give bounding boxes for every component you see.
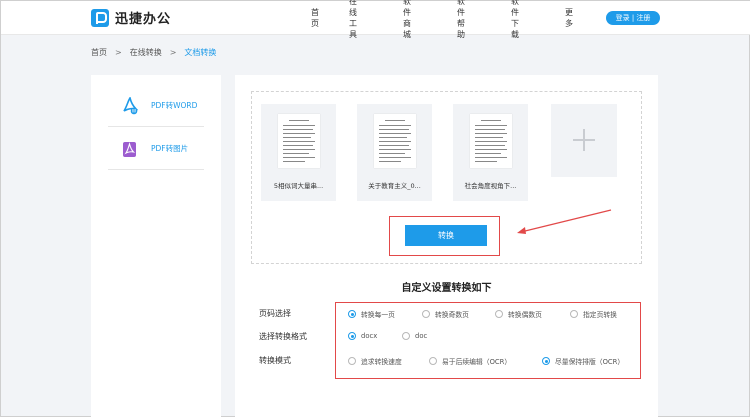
radio-format-docx[interactable]: docx (348, 332, 377, 340)
document-thumbnail (470, 114, 512, 168)
nav-more[interactable]: 更多 (565, 7, 573, 29)
page-select-label: 页码选择 (259, 309, 291, 318)
breadcrumb-home[interactable]: 首页 (91, 47, 107, 58)
nav-online-tools[interactable]: 在线工具 (349, 0, 357, 40)
format-select-label: 选择转换格式 (259, 332, 307, 341)
breadcrumb: 首页 > 在线转换 > 文档转换 (91, 47, 216, 58)
radio-label: doc (415, 332, 428, 340)
nav-home[interactable]: 首页 (311, 7, 319, 29)
file-card[interactable]: 社会角度视角下... (453, 104, 528, 201)
document-thumbnail (278, 114, 320, 168)
document-thumbnail (374, 114, 416, 168)
breadcrumb-online-convert[interactable]: 在线转换 (130, 47, 162, 58)
settings-title: 自定义设置转换如下 (401, 283, 492, 294)
radio-label: 追求转换速度 (361, 358, 402, 366)
radio-label: docx (361, 332, 378, 340)
radio-page-even[interactable]: 转换偶数页 (495, 309, 542, 319)
radio-page-every[interactable]: 转换每一页 (348, 309, 395, 319)
main-panel: 5相似词大量串... 关于教育主义_0... 社会角度视角下... 转换 自定义… (235, 75, 658, 417)
logo-icon (91, 8, 109, 27)
file-name: 关于教育主义_0... (368, 182, 421, 190)
radio-unchecked-icon (495, 310, 503, 318)
svg-text:W: W (132, 108, 137, 114)
annotation-arrow-icon (517, 209, 612, 234)
file-card[interactable]: 关于教育主义_0... (357, 104, 432, 201)
radio-unchecked-icon (402, 332, 410, 340)
file-card[interactable]: 5相似词大量串... (261, 104, 336, 201)
convert-button[interactable]: 转换 (405, 225, 487, 246)
radio-checked-icon (348, 310, 356, 318)
radio-format-doc[interactable]: doc (402, 332, 427, 340)
sidebar-item-pdf-to-image[interactable]: PDF转图片 (108, 128, 204, 170)
pdf-to-image-icon (122, 140, 138, 158)
radio-label: 尽量保持排版（OCR） (555, 358, 625, 366)
radio-label: 转换每一页 (361, 311, 395, 319)
logo[interactable]: 迅捷办公 (91, 8, 171, 27)
sidebar-item-pdf-to-word[interactable]: W PDF转WORD (108, 85, 204, 127)
add-file-button[interactable] (551, 104, 617, 177)
sidebar-item-label: PDF转图片 (151, 144, 189, 153)
login-register-button[interactable]: 登录 | 注册 (606, 11, 660, 25)
file-name: 社会角度视角下... (464, 182, 517, 190)
radio-label: 转换奇数页 (435, 311, 469, 319)
pdf-to-word-icon: W (122, 96, 138, 115)
radio-unchecked-icon (570, 310, 578, 318)
radio-page-specific[interactable]: 指定页转换 (570, 309, 617, 319)
nav-software-download[interactable]: 软件下载 (511, 0, 519, 40)
radio-mode-layout[interactable]: 尽量保持排版（OCR） (542, 356, 624, 366)
logo-text: 迅捷办公 (115, 12, 172, 27)
breadcrumb-separator: > (169, 48, 177, 57)
radio-page-odd[interactable]: 转换奇数页 (422, 309, 469, 319)
radio-unchecked-icon (422, 310, 430, 318)
radio-unchecked-icon (429, 357, 437, 365)
radio-checked-icon (348, 332, 356, 340)
radio-unchecked-icon (348, 357, 356, 365)
nav-software-store[interactable]: 软件商城 (403, 0, 411, 40)
nav-software-help[interactable]: 软件帮助 (457, 0, 465, 40)
file-name: 5相似词大量串... (273, 182, 324, 190)
radio-label: 易于后续编辑（OCR） (442, 358, 512, 366)
sidebar: W PDF转WORD PDF转图片 (91, 75, 221, 417)
radio-label: 转换偶数页 (508, 311, 542, 319)
sidebar-item-label: PDF转WORD (151, 101, 198, 110)
radio-label: 指定页转换 (583, 311, 617, 319)
radio-checked-icon (542, 357, 550, 365)
radio-mode-speed[interactable]: 追求转换速度 (348, 356, 402, 366)
mode-select-label: 转换模式 (259, 356, 291, 365)
breadcrumb-current: 文档转换 (184, 48, 217, 57)
breadcrumb-separator: > (115, 48, 122, 57)
top-header: 迅捷办公 首页 在线工具 软件商城 软件帮助 软件下载 更多 登录 | 注册 (1, 0, 750, 39)
radio-mode-editable[interactable]: 易于后续编辑（OCR） (429, 356, 511, 366)
